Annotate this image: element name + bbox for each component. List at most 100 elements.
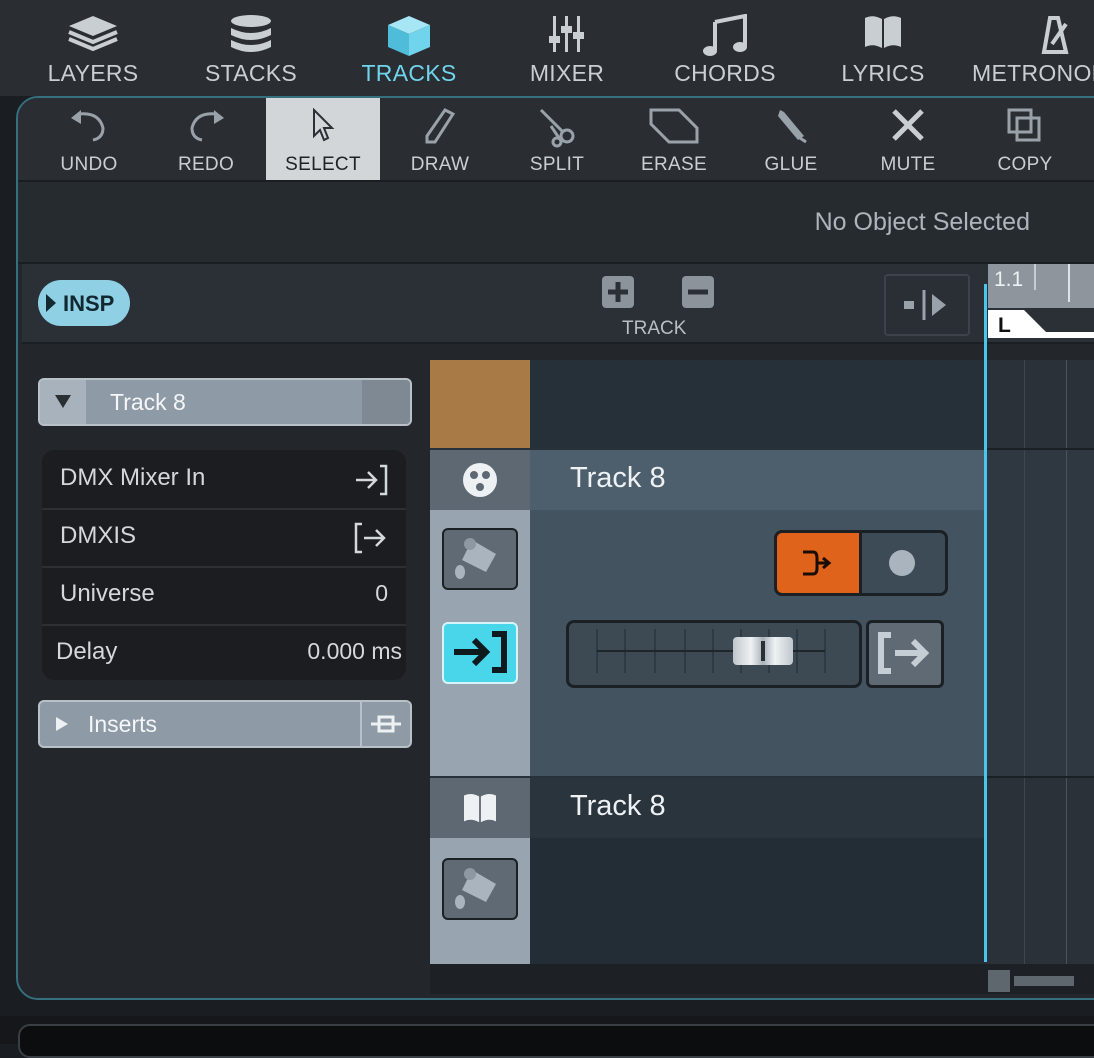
record-dot-icon [889,550,915,576]
mixer-faders-icon [549,16,584,52]
glue-icon [778,110,807,144]
draw-tool-button[interactable]: DRAW [383,98,497,180]
input-row[interactable]: DMX Mixer In [42,450,406,510]
nav-layers-label: LAYERS [47,60,139,86]
track-row-empty[interactable] [530,360,986,448]
expand-triangle-icon [46,294,56,312]
track-list: Track 8 Track 8 [430,360,986,966]
fader-scale [596,629,826,673]
nav-chords-label: CHORDS [674,60,776,86]
horizontal-scrollbar[interactable] [1014,976,1074,986]
track-color-button[interactable] [442,528,518,590]
nav-metronome[interactable]: METRONOME [964,0,1094,96]
inspector-toggle-button[interactable]: INSP [38,280,130,326]
redo-icon [190,110,224,142]
select-tool-button[interactable]: SELECT [266,98,380,180]
select-label: SELECT [285,154,361,175]
scissors-icon [539,108,575,148]
expand-triangle-icon [56,717,68,731]
horizontal-scroll-area [430,964,1094,994]
mute-x-icon [892,109,924,141]
zoom-handle[interactable] [988,970,1010,992]
inspector-properties: DMX Mixer In DMXIS Universe 0 Delay 0.00… [42,450,406,680]
tracks-panel: UNDO REDO SELECT DRAW SPLIT ERASE GLUE M… [16,96,1094,1000]
arrangement-area[interactable] [986,360,1094,966]
universe-label: Universe [60,580,155,607]
inspector-track-name: Track 8 [110,389,186,415]
dmx-connector-icon [463,463,497,497]
selection-info-bar: No Object Selected [18,182,1094,264]
plugin-icon [371,715,401,733]
record-arm-button[interactable] [777,533,859,593]
split-route-icon [904,290,946,320]
bottom-panel-edge [0,1016,1094,1058]
nav-tracks[interactable]: TRACKS [344,0,474,96]
inserts-config-button[interactable] [360,702,410,746]
collapse-arrow-icon[interactable] [40,380,86,424]
eraser-icon [649,108,699,144]
output-label: DMXIS [60,522,137,549]
lyrics-track-row[interactable]: Track 8 [430,778,986,966]
nav-mixer[interactable]: MIXER [502,0,632,96]
undo-button[interactable]: UNDO [32,98,146,180]
redo-button[interactable]: REDO [149,98,263,180]
fader-knob[interactable] [733,637,793,665]
remove-track-button[interactable] [682,276,714,308]
erase-tool-button[interactable]: ERASE [617,98,731,180]
nav-metronome-label: METRONOME [972,60,1094,86]
output-arrow-icon [878,632,930,674]
universe-value[interactable]: 0 [375,580,388,607]
edit-toolbar: UNDO REDO SELECT DRAW SPLIT ERASE GLUE M… [18,98,1094,182]
loop-marker-label: L [998,314,1011,337]
paint-bucket-icon [455,868,496,909]
output-route-button[interactable] [866,620,944,688]
glue-label: GLUE [764,154,818,175]
track-color-swatch[interactable] [430,360,530,448]
timeline-ruler[interactable]: 1.1 L [988,264,1094,342]
input-arrow-icon [454,631,507,673]
track-color-button[interactable] [442,858,518,920]
pencil-icon [425,108,455,144]
nav-lyrics[interactable]: LYRICS [818,0,948,96]
input-monitor-button[interactable] [442,622,518,684]
routing-button[interactable] [884,274,970,336]
dmx-track-name[interactable]: Track 8 [570,462,666,495]
grid-line [1066,360,1067,966]
undo-icon [71,110,105,142]
output-arrow-icon [354,522,386,554]
split-label: SPLIT [529,154,585,175]
copy-icon [1007,108,1041,142]
split-signal-icon [803,550,832,576]
nav-chords[interactable]: CHORDS [660,0,790,96]
inserts-section-header[interactable]: Inserts [38,700,412,748]
volume-fader[interactable] [566,620,862,688]
book-icon [464,793,496,823]
plus-icon [608,282,628,302]
ruler-tick [1034,264,1036,290]
delay-value[interactable]: 0.000 ms [307,638,402,665]
stacks-icon [231,15,271,52]
nav-stacks[interactable]: STACKS [186,0,316,96]
record-button[interactable] [862,533,945,593]
selection-status-text: No Object Selected [814,208,1030,236]
nav-layers[interactable]: LAYERS [28,0,158,96]
playhead-cursor[interactable] [984,284,987,962]
redo-label: REDO [177,154,235,175]
minus-icon [688,289,708,295]
inspector-track-header[interactable]: Track 8 [38,378,412,426]
universe-row[interactable]: Universe 0 [42,566,406,626]
dmx-track-row[interactable]: Track 8 [430,450,986,776]
inspector-toggle-label: INSP [63,291,115,316]
split-tool-button[interactable]: SPLIT [500,98,614,180]
add-track-button[interactable] [602,276,634,308]
top-navigation-bar: LAYERS STACKS TRACKS MIXER CHORDS LYRICS… [0,0,1094,96]
mute-tool-button[interactable]: MUTE [851,98,965,180]
metronome-icon [1041,16,1069,54]
grid-line [1024,360,1025,966]
delay-row[interactable]: Delay 0.000 ms [42,624,406,682]
lyrics-track-name[interactable]: Track 8 [570,790,666,823]
erase-label: ERASE [641,154,707,175]
glue-tool-button[interactable]: GLUE [734,98,848,180]
output-row[interactable]: DMXIS [42,508,406,568]
copy-tool-button[interactable]: COPY [968,98,1082,180]
